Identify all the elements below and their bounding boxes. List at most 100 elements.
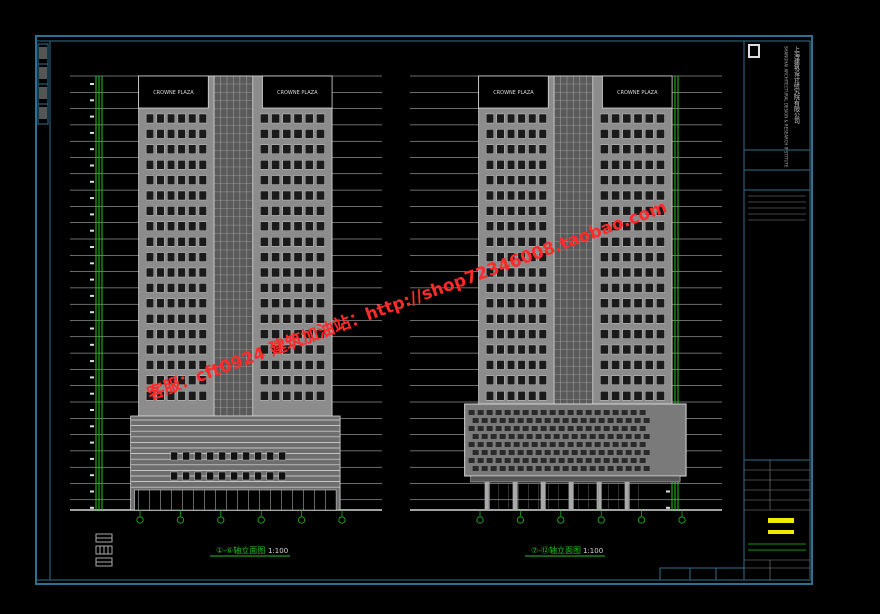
tower-window [507, 360, 516, 370]
tower-window [611, 175, 620, 185]
screen-panel [513, 410, 520, 415]
screen-panel [639, 442, 646, 447]
tower-window [656, 113, 665, 124]
tower-window [622, 175, 632, 185]
tower-window [156, 159, 165, 170]
level-mark [90, 294, 94, 297]
level-mark [90, 197, 94, 200]
tower-window [644, 283, 654, 293]
screen-panel [639, 410, 646, 415]
tower-window [611, 252, 620, 262]
tower-window [528, 298, 537, 308]
tower-window [293, 159, 303, 170]
screen-panel [562, 434, 569, 439]
tower-window [611, 113, 620, 124]
tower-window [282, 144, 292, 155]
tower-window [633, 129, 643, 139]
tower-window [644, 159, 654, 170]
tower-window [282, 283, 292, 293]
tower-window [293, 144, 303, 155]
screen-panel [477, 442, 484, 447]
tower-window [188, 329, 197, 339]
tower-window [304, 267, 314, 278]
tower-window [644, 129, 654, 139]
screen-panel [616, 434, 623, 439]
tower-window [600, 129, 609, 139]
tower-window [485, 391, 494, 401]
canopy-beam [470, 475, 681, 483]
tower-window [156, 129, 165, 139]
level-mark [90, 425, 94, 428]
tower-window [198, 252, 207, 262]
tower-window [167, 298, 176, 308]
tower-window [177, 329, 186, 339]
screen-panel [594, 442, 601, 447]
tower-window [145, 206, 154, 216]
tower-window [282, 113, 292, 124]
tower-window [167, 129, 176, 139]
tower-window [177, 236, 186, 247]
tower-window [316, 252, 325, 262]
tower-window [485, 375, 494, 385]
tower-window [282, 190, 292, 201]
screen-panel [499, 418, 506, 423]
screen-panel [576, 410, 583, 415]
tower-window [644, 236, 654, 247]
tower-window [622, 159, 632, 170]
tower-window [282, 252, 292, 262]
tower-window [260, 236, 269, 247]
tower-window [496, 344, 505, 355]
tower-window [600, 190, 609, 201]
screen-panel [643, 450, 650, 455]
tower-window [507, 236, 516, 247]
screen-panel [598, 466, 605, 471]
tower-window [538, 298, 547, 308]
tower-window [304, 283, 314, 293]
tower-window [622, 314, 632, 324]
podium-window [230, 471, 238, 481]
tower-window [633, 314, 643, 324]
tower-window [611, 329, 620, 339]
screen-panel [549, 458, 556, 463]
screen-panel [499, 450, 506, 455]
tower-window [198, 344, 207, 355]
level-mark [90, 99, 94, 102]
tower-window [517, 129, 526, 139]
tower-window [528, 391, 537, 401]
binding-margin-stamps [37, 43, 49, 125]
tower-window [528, 206, 537, 216]
tower-window [198, 221, 207, 232]
tower-window [538, 113, 547, 124]
tower-window [485, 144, 494, 155]
screen-panel [544, 418, 551, 423]
screen-panel [468, 410, 475, 415]
tower-window [600, 298, 609, 308]
tower-window [656, 221, 665, 232]
tower-window [528, 314, 537, 324]
tower-window [485, 236, 494, 247]
screen-panel [531, 458, 538, 463]
tower-window [485, 129, 494, 139]
tower-window [633, 344, 643, 355]
level-mark [90, 474, 94, 477]
screen-panel [544, 466, 551, 471]
tower-window [167, 236, 176, 247]
tower-window [198, 144, 207, 155]
tower-window [177, 314, 186, 324]
tower-window [145, 144, 154, 155]
tower-window [145, 329, 154, 339]
tower-window [507, 344, 516, 355]
tower-window [293, 190, 303, 201]
screen-panel [540, 458, 547, 463]
tower-window [633, 144, 643, 155]
tower-window [517, 298, 526, 308]
tower-window [316, 360, 325, 370]
tower-window [271, 314, 280, 324]
screen-panel [495, 458, 502, 463]
tower-window [188, 344, 197, 355]
screen-panel [612, 410, 619, 415]
tower-window [507, 175, 516, 185]
tower-window [528, 344, 537, 355]
screen-panel [517, 434, 524, 439]
tower-window [177, 206, 186, 216]
